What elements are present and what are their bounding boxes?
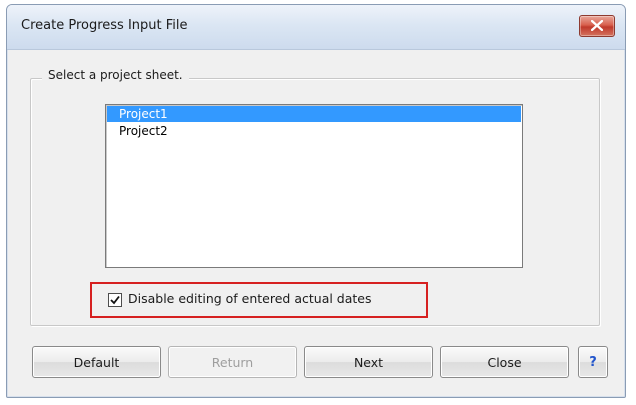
list-item-project2[interactable]: Project2: [107, 123, 521, 139]
disable-editing-label[interactable]: Disable editing of entered actual dates: [128, 291, 372, 306]
groupbox-legend: Select a project sheet.: [42, 68, 189, 82]
window-title: Create Progress Input File: [21, 18, 188, 33]
close-button[interactable]: Close: [440, 346, 569, 378]
title-bar: Create Progress Input File: [7, 5, 625, 50]
close-window-button[interactable]: [579, 15, 615, 37]
list-item-project1[interactable]: Project1: [107, 106, 521, 122]
project-sheet-listbox[interactable]: Project1 Project2: [105, 104, 523, 268]
disable-editing-checkbox[interactable]: [108, 293, 122, 307]
help-button[interactable]: ?: [578, 346, 608, 378]
return-button[interactable]: Return: [168, 346, 297, 378]
next-button[interactable]: Next: [304, 346, 433, 378]
checkmark-icon: [110, 295, 120, 305]
default-button[interactable]: Default: [32, 346, 161, 378]
close-icon: [591, 20, 603, 31]
